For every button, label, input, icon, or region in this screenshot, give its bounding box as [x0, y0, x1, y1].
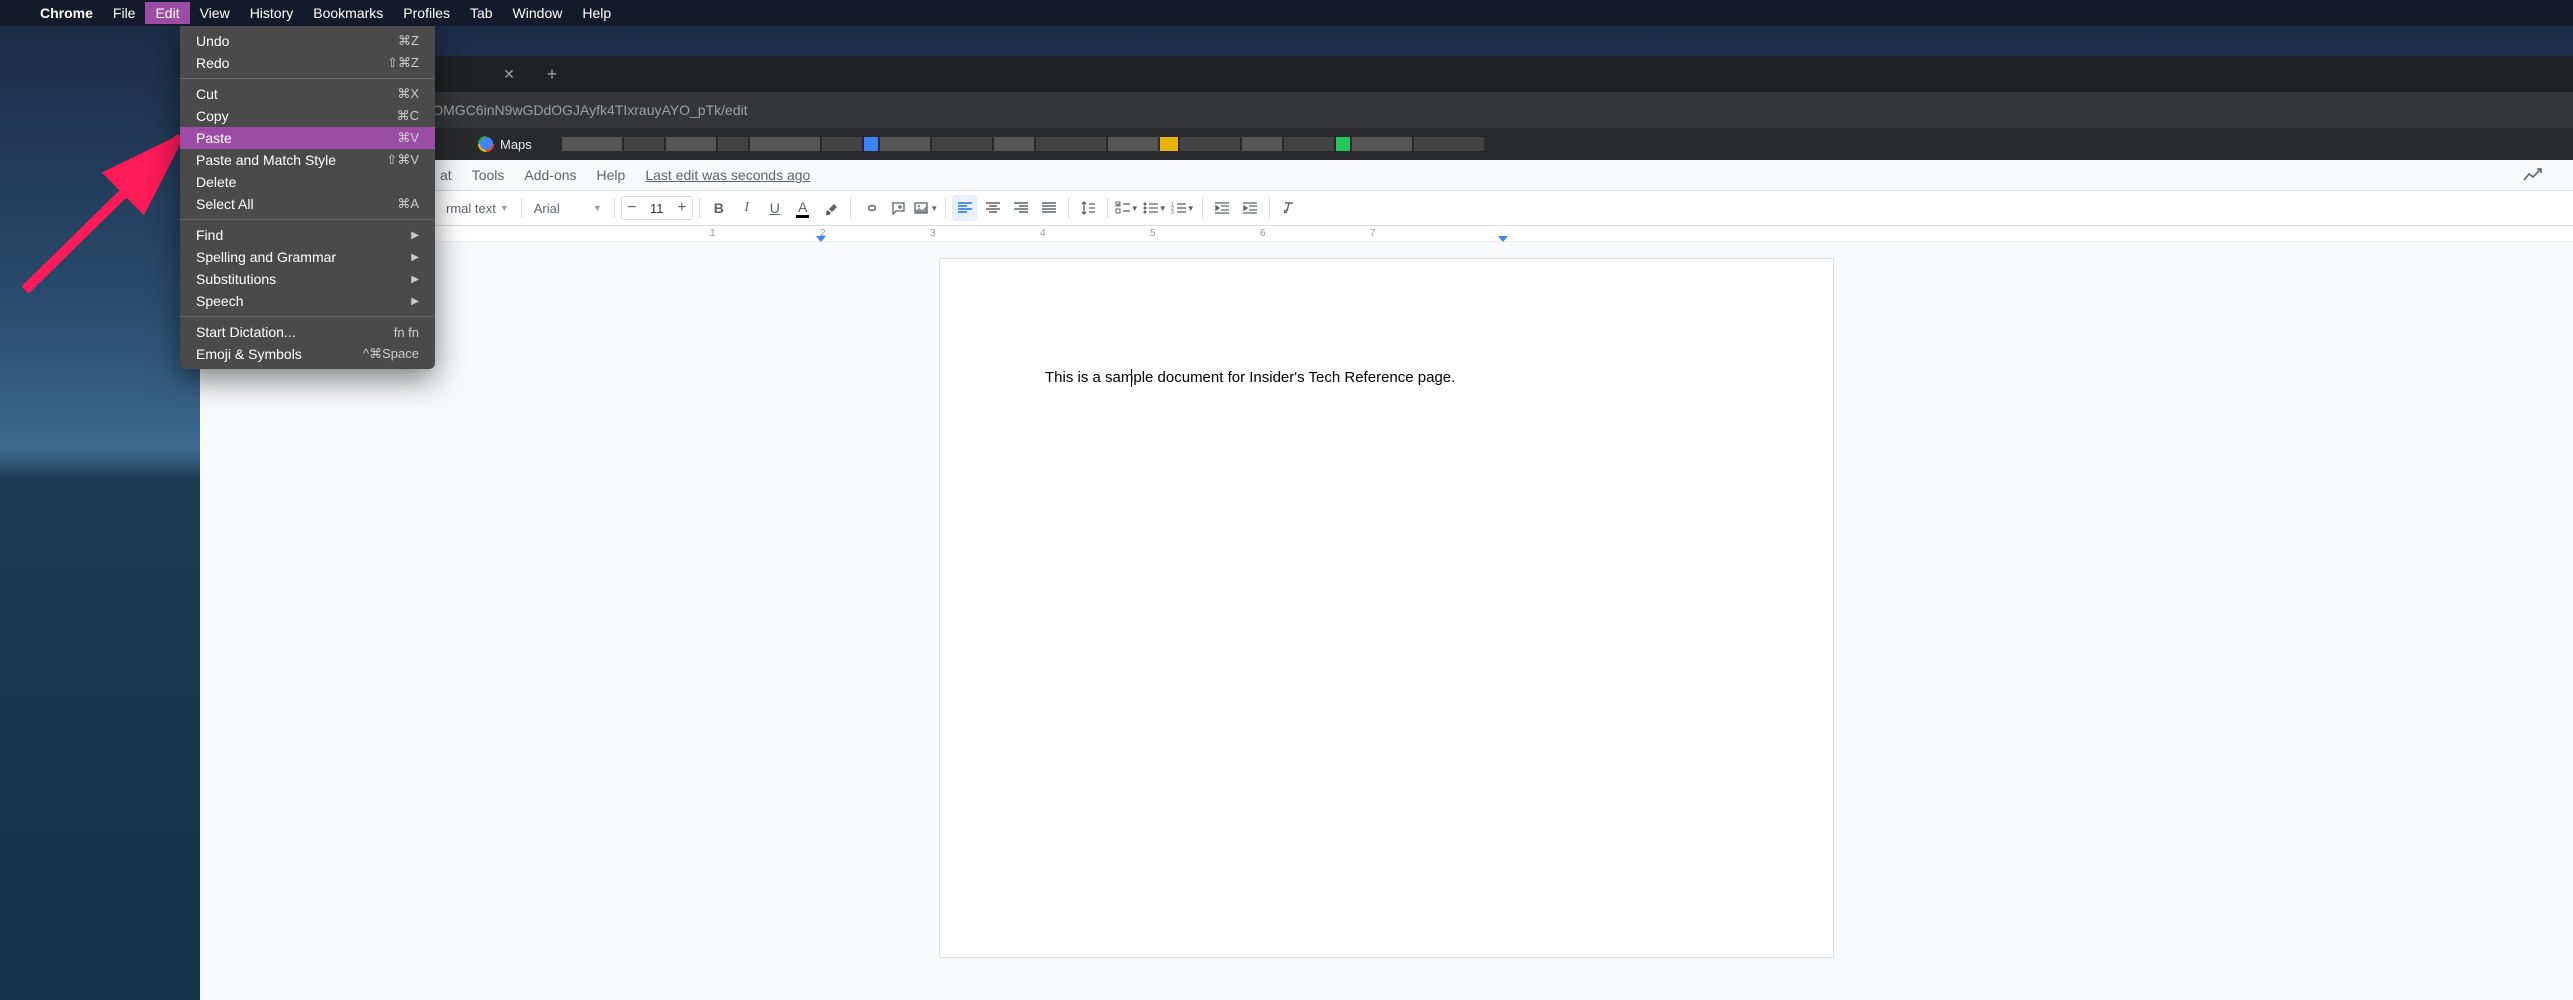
- ruler[interactable]: 1 2 3 4 5 6 7: [200, 226, 2573, 242]
- ruler-tick: 7: [1370, 228, 1376, 239]
- ruler-tick: 1: [710, 228, 716, 239]
- last-edit-link[interactable]: Last edit was seconds ago: [645, 167, 810, 183]
- docs-menu-format[interactable]: at: [440, 167, 452, 183]
- bookmark-maps-label: Maps: [500, 137, 532, 152]
- menu-profiles[interactable]: Profiles: [393, 2, 460, 24]
- menu-help[interactable]: Help: [572, 2, 621, 24]
- indent-increase-button[interactable]: [1237, 195, 1263, 221]
- ruler-right-margin[interactable]: [1498, 236, 1508, 242]
- page-area: This is a sample document for Insider's …: [200, 242, 2573, 958]
- menu-speech[interactable]: Speech▶: [180, 290, 435, 312]
- menu-substitutions[interactable]: Substitutions▶: [180, 268, 435, 290]
- menu-select-all[interactable]: Select All⌘A: [180, 193, 435, 215]
- ruler-left-margin[interactable]: [816, 236, 826, 242]
- address-bar[interactable]: oogle.com/document/d/1P4gk26mpOMGC6inN9w…: [200, 92, 2573, 128]
- text-color-button[interactable]: A: [790, 195, 816, 221]
- menu-undo[interactable]: Undo⌘Z: [180, 30, 435, 52]
- menu-bookmarks[interactable]: Bookmarks: [303, 2, 393, 24]
- ruler-tick: 3: [930, 228, 936, 239]
- ruler-tick: 4: [1040, 228, 1046, 239]
- line-spacing-button[interactable]: [1075, 195, 1101, 221]
- menu-redo[interactable]: Redo⇧⌘Z: [180, 52, 435, 74]
- new-tab-button[interactable]: +: [538, 60, 566, 88]
- highlight-button[interactable]: [818, 195, 844, 221]
- menu-emoji[interactable]: Emoji & Symbols^⌘Space: [180, 343, 435, 365]
- menu-view[interactable]: View: [190, 2, 240, 24]
- menu-app[interactable]: Chrome: [30, 2, 103, 24]
- docs-menu-tools[interactable]: Tools: [472, 167, 505, 183]
- docs-menubar: at Tools Add-ons Help Last edit was seco…: [200, 160, 2573, 190]
- style-select[interactable]: rmal text▼: [440, 195, 515, 221]
- font-select[interactable]: Arial▼: [528, 195, 608, 221]
- menu-window[interactable]: Window: [503, 2, 573, 24]
- align-left-button[interactable]: [952, 195, 978, 221]
- docs-menu-help[interactable]: Help: [597, 167, 626, 183]
- menu-tab[interactable]: Tab: [460, 2, 503, 24]
- ruler-tick: 6: [1260, 228, 1266, 239]
- bullet-list-button[interactable]: ▼: [1142, 195, 1168, 221]
- activity-icon[interactable]: [2523, 166, 2543, 187]
- italic-button[interactable]: I: [734, 195, 760, 221]
- bold-button[interactable]: B: [706, 195, 732, 221]
- bookmark-maps[interactable]: Maps: [470, 132, 540, 156]
- comment-button[interactable]: [885, 195, 911, 221]
- menu-dictation[interactable]: Start Dictation...fn fn: [180, 321, 435, 343]
- body-text: This is a sample document for Insider's …: [1045, 369, 1455, 386]
- docs-toolbar: rmal text▼ Arial▼ − 11 + B I U A ▼: [200, 190, 2573, 226]
- menu-paste[interactable]: Paste⌘V: [180, 127, 435, 149]
- checklist-button[interactable]: ▼: [1114, 195, 1140, 221]
- font-size-increase[interactable]: +: [672, 199, 692, 217]
- menu-paste-match-style[interactable]: Paste and Match Style⇧⌘V: [180, 149, 435, 171]
- indent-decrease-button[interactable]: [1209, 195, 1235, 221]
- svg-text:3: 3: [1171, 210, 1174, 215]
- google-docs: at Tools Add-ons Help Last edit was seco…: [200, 160, 2573, 1000]
- menu-copy[interactable]: Copy⌘C: [180, 105, 435, 127]
- docs-menu-addons[interactable]: Add-ons: [524, 167, 576, 183]
- menu-cut[interactable]: Cut⌘X: [180, 83, 435, 105]
- menu-find[interactable]: Find▶: [180, 224, 435, 246]
- menu-spelling[interactable]: Spelling and Grammar▶: [180, 246, 435, 268]
- menu-delete[interactable]: Delete: [180, 171, 435, 193]
- underline-button[interactable]: U: [762, 195, 788, 221]
- menu-edit[interactable]: Edit: [145, 2, 189, 24]
- text-cursor: [1131, 369, 1132, 387]
- align-justify-button[interactable]: [1036, 195, 1062, 221]
- font-size-control: − 11 +: [621, 196, 693, 220]
- clear-formatting-button[interactable]: [1276, 195, 1302, 221]
- font-size-value[interactable]: 11: [642, 201, 672, 216]
- edit-dropdown: Undo⌘Z Redo⇧⌘Z Cut⌘X Copy⌘C Paste⌘V Past…: [180, 26, 435, 369]
- link-button[interactable]: [857, 195, 883, 221]
- bookmarks-bar: Maps: [200, 128, 2573, 160]
- numbered-list-button[interactable]: 123▼: [1170, 195, 1196, 221]
- tab-close-button[interactable]: ✕: [500, 65, 518, 83]
- annotation-arrow-icon: [15, 110, 195, 300]
- ruler-tick: 5: [1150, 228, 1156, 239]
- menu-file[interactable]: File: [103, 2, 146, 24]
- font-select-label: Arial: [534, 201, 560, 216]
- image-button[interactable]: ▼: [913, 195, 939, 221]
- style-select-label: rmal text: [446, 201, 496, 216]
- document-text[interactable]: This is a sample document for Insider's …: [1045, 369, 1728, 386]
- align-right-button[interactable]: [1008, 195, 1034, 221]
- font-size-decrease[interactable]: −: [622, 199, 642, 217]
- align-center-button[interactable]: [980, 195, 1006, 221]
- document-page[interactable]: This is a sample document for Insider's …: [939, 258, 1834, 958]
- mac-menubar: Chrome File Edit View History Bookmarks …: [0, 0, 2573, 26]
- maps-icon: [478, 136, 494, 152]
- menu-history[interactable]: History: [240, 2, 304, 24]
- tab-strip: ✕ +: [200, 56, 2573, 92]
- bookmark-pixelated: [562, 137, 1484, 151]
- chrome-window: ✕ + oogle.com/document/d/1P4gk26mpOMGC6i…: [200, 56, 2573, 1000]
